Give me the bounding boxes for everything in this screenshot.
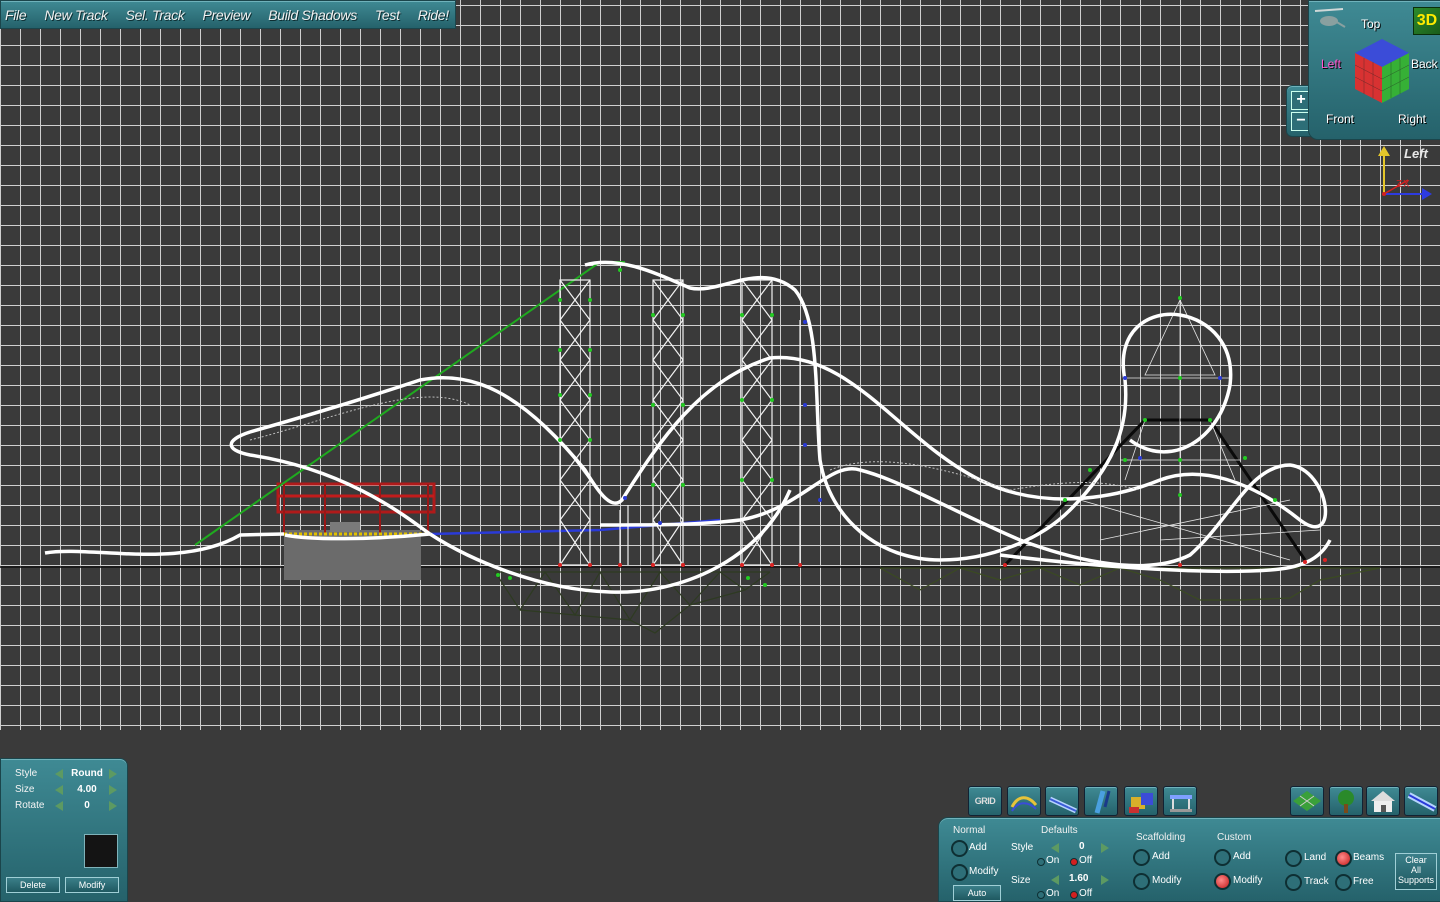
custom-beams-label: Beams	[1353, 852, 1385, 863]
svg-text:Z: Z	[1396, 179, 1402, 190]
scaffolding-modify-label: Modify	[1152, 875, 1182, 886]
defaults-style-value: 0	[1079, 841, 1085, 852]
defaults-style-prev-icon[interactable]	[1051, 843, 1059, 853]
custom-track-label: Track	[1304, 876, 1329, 887]
defaults-title: Defaults	[1041, 825, 1078, 836]
view-cube-panel: 3D Top Left Back Front Right	[1308, 0, 1440, 140]
menu-bar: File New Track Sel. Track Preview Build …	[0, 0, 456, 29]
clear-line-1: Clear	[1405, 855, 1427, 865]
custom-free-radio[interactable]	[1335, 874, 1352, 891]
view-right[interactable]: Right	[1398, 112, 1426, 126]
defaults-size-prev-icon[interactable]	[1051, 875, 1059, 885]
clear-line-2: All	[1410, 865, 1421, 875]
defaults-style-on-label: On	[1046, 855, 1060, 866]
track-icon[interactable]	[1007, 786, 1041, 816]
house-icon[interactable]	[1366, 786, 1400, 816]
normal-title: Normal	[953, 825, 986, 836]
custom-land-radio[interactable]	[1285, 850, 1302, 867]
auto-button[interactable]: Auto	[953, 885, 1001, 901]
view-cube-icon[interactable]	[1347, 31, 1417, 111]
defaults-size-next-icon[interactable]	[1101, 875, 1109, 885]
view-front[interactable]: Front	[1326, 112, 1354, 126]
defaults-style-off-label: Off	[1079, 855, 1093, 866]
custom-track-radio[interactable]	[1285, 874, 1302, 891]
rotate-label: Rotate	[15, 800, 45, 811]
normal-add-radio[interactable]	[951, 840, 968, 857]
scaffolding-title: Scaffolding	[1136, 832, 1186, 843]
menu-new-track[interactable]: New Track	[44, 7, 107, 23]
rail-icon[interactable]	[1045, 786, 1079, 816]
grid-icon[interactable]: GRID	[968, 786, 1002, 816]
delete-button[interactable]: Delete	[6, 877, 60, 893]
view-top[interactable]: Top	[1361, 17, 1380, 31]
menu-ride[interactable]: Ride!	[418, 7, 449, 23]
style-next-arrow-icon[interactable]	[109, 769, 117, 779]
scaffolding-add-radio[interactable]	[1133, 849, 1150, 866]
modify-button[interactable]: Modify	[65, 877, 119, 893]
pipe-icon[interactable]	[1084, 786, 1118, 816]
menu-preview[interactable]: Preview	[203, 7, 251, 23]
view-3d-button[interactable]: 3D	[1413, 7, 1440, 35]
normal-add-label: Add	[969, 842, 987, 853]
clear-line-3: Supports	[1397, 875, 1435, 885]
view-direction-label: Left	[1404, 146, 1428, 161]
defaults-size-label: Size	[1011, 875, 1031, 886]
menu-build-shadows[interactable]: Build Shadows	[268, 7, 357, 23]
menu-test[interactable]: Test	[375, 7, 400, 23]
size-next-arrow-icon[interactable]	[109, 785, 117, 795]
scaffolding-add-label: Add	[1152, 851, 1170, 862]
support-tower-3	[741, 279, 773, 566]
scaffolding-modify-radio[interactable]	[1133, 873, 1150, 890]
defaults-style-label: Style	[1011, 842, 1034, 853]
station-icon[interactable]	[1163, 786, 1197, 816]
defaults-size-off-radio[interactable]	[1070, 891, 1078, 899]
rail-right-icon[interactable]	[1404, 786, 1438, 816]
tree-icon[interactable]	[1329, 786, 1363, 816]
view-left[interactable]: Left	[1321, 57, 1341, 71]
menu-file[interactable]: File	[5, 7, 27, 23]
defaults-style-off-radio[interactable]	[1070, 858, 1078, 866]
menu-sel-track[interactable]: Sel. Track	[126, 7, 185, 23]
clear-all-supports-button[interactable]: Clear All Supports	[1395, 853, 1437, 890]
brake-run	[429, 518, 721, 536]
defaults-style-on-radio[interactable]	[1037, 858, 1045, 866]
custom-beams-radio[interactable]	[1335, 850, 1352, 867]
track-scene[interactable]	[0, 0, 1440, 730]
defaults-style-next-icon[interactable]	[1101, 843, 1109, 853]
loop-supports	[1079, 299, 1321, 565]
custom-modify-radio[interactable]	[1214, 873, 1231, 890]
normal-modify-radio[interactable]	[951, 864, 968, 881]
color-swatch[interactable]	[84, 834, 118, 868]
track-properties-panel: Style Round Size 4.00 Rotate 0 Delete Mo…	[0, 758, 128, 902]
rotate-next-arrow-icon[interactable]	[109, 801, 117, 811]
defaults-size-on-radio[interactable]	[1037, 891, 1045, 899]
custom-add-label: Add	[1233, 851, 1251, 862]
track-editor-viewport[interactable]: Z X Left	[0, 0, 1440, 730]
custom-modify-label: Modify	[1233, 875, 1263, 886]
terrain-icon[interactable]	[1290, 786, 1324, 816]
defaults-size-off-label: Off	[1079, 888, 1093, 899]
defaults-size-value: 1.60	[1069, 873, 1089, 884]
style-label: Style	[15, 768, 38, 779]
svg-text:X: X	[1403, 179, 1410, 190]
custom-title: Custom	[1217, 832, 1252, 843]
custom-land-label: Land	[1304, 852, 1327, 863]
supports-panel: Normal Add Modify Auto Defaults Style 0 …	[938, 817, 1440, 902]
view-back[interactable]: Back	[1411, 57, 1438, 71]
custom-free-label: Free	[1353, 876, 1374, 887]
block-icon[interactable]	[1124, 786, 1158, 816]
support-tower-1	[559, 279, 591, 566]
ground-truss-right	[879, 567, 1381, 601]
defaults-size-on-label: On	[1046, 888, 1060, 899]
station	[276, 482, 436, 580]
helicopter-icon[interactable]	[1313, 3, 1347, 33]
size-label: Size	[15, 784, 35, 795]
custom-add-radio[interactable]	[1214, 849, 1231, 866]
normal-modify-label: Modify	[969, 866, 999, 877]
